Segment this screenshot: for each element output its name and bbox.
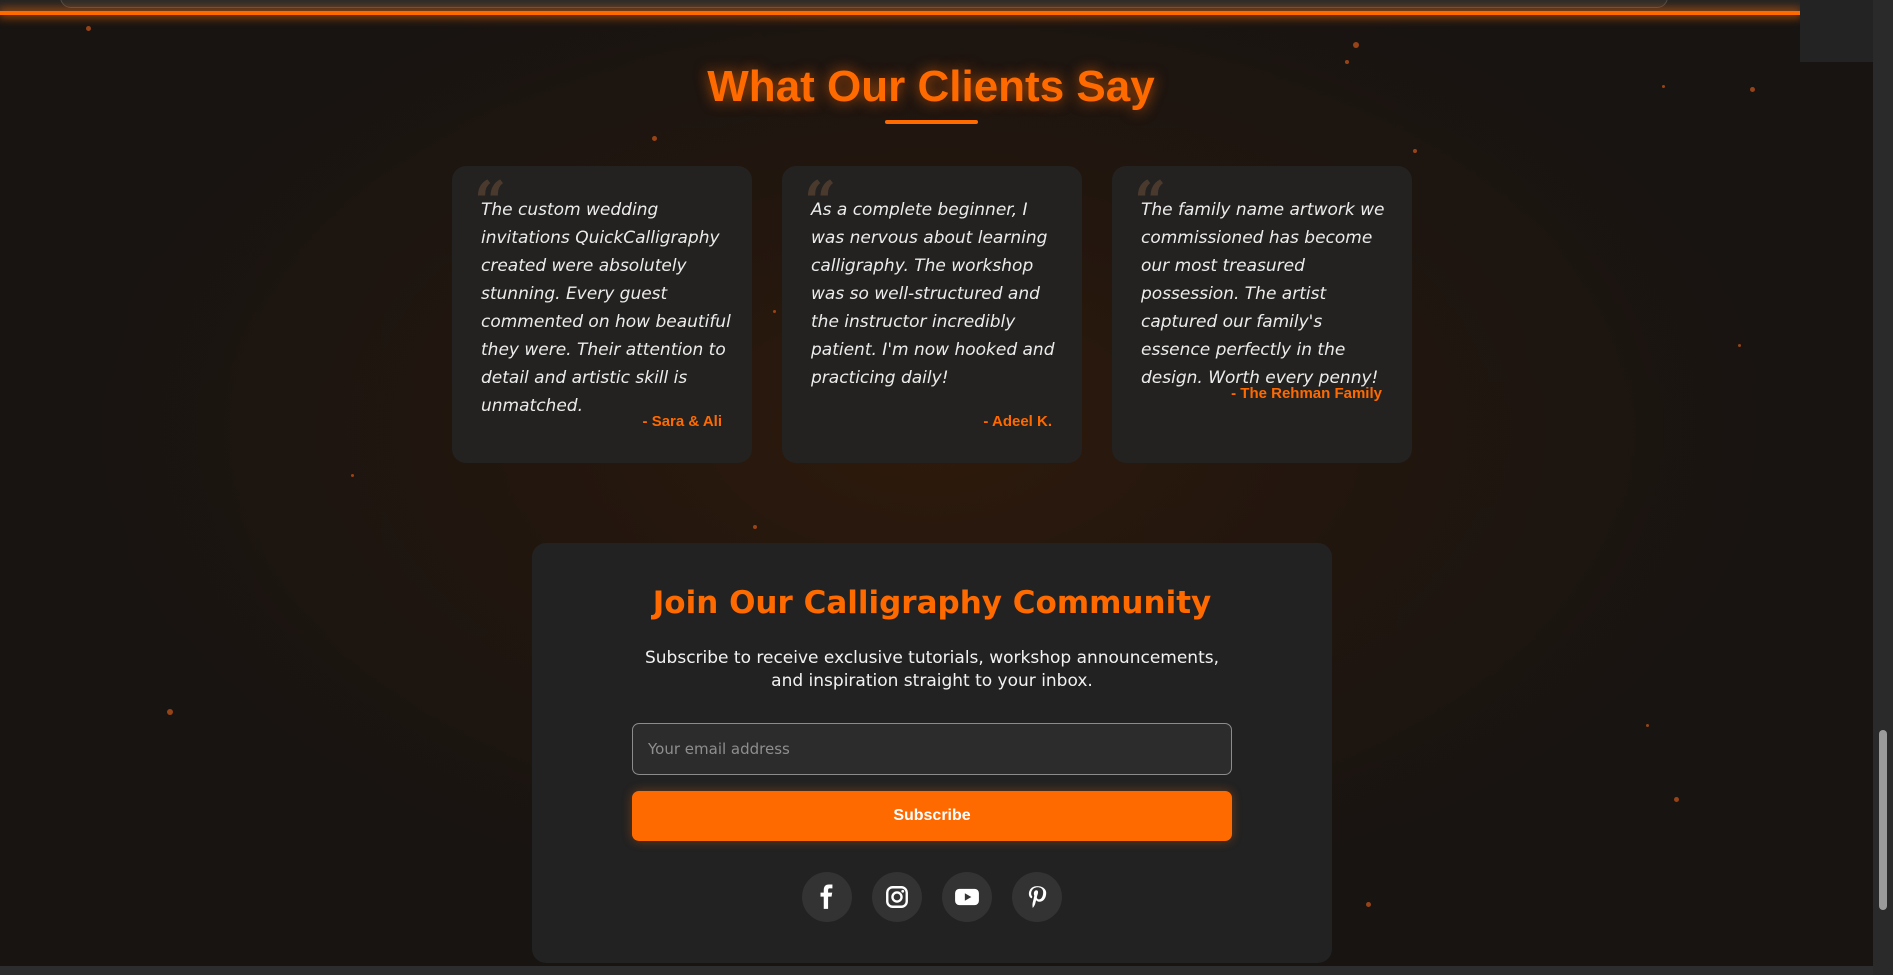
testimonial-quote: The family name artwork we commissioned …	[1141, 200, 1385, 388]
bottom-edge	[0, 966, 1873, 975]
testimonial-author: - The Rehman Family	[1231, 385, 1382, 402]
youtube-link[interactable]	[942, 872, 992, 922]
facebook-icon	[820, 884, 833, 909]
title-underline	[885, 120, 978, 124]
ember-dot	[351, 474, 354, 477]
instagram-icon	[886, 886, 908, 908]
pinterest-icon	[1028, 886, 1047, 908]
section-title: What Our Clients Say	[707, 62, 1155, 111]
ember-dot	[1413, 149, 1417, 153]
testimonial-card: “ As a complete beginner, I was nervous …	[782, 166, 1082, 463]
instagram-link[interactable]	[872, 872, 922, 922]
testimonial-quote: As a complete beginner, I was nervous ab…	[811, 200, 1055, 388]
newsletter-description: Subscribe to receive exclusive tutorials…	[644, 648, 1220, 691]
testimonial-author: - Adeel K.	[983, 413, 1052, 430]
ember-dot	[167, 709, 173, 715]
page-side-edge	[1800, 0, 1873, 62]
testimonial-card: “ The family name artwork we commissione…	[1112, 166, 1412, 463]
address-bar[interactable]	[60, 0, 1668, 8]
testimonial-quote: The custom wedding invitations QuickCall…	[481, 200, 731, 416]
pinterest-link[interactable]	[1012, 872, 1062, 922]
ember-dot	[86, 26, 91, 31]
ember-dot	[1674, 797, 1679, 802]
ember-dot	[1646, 724, 1649, 727]
ember-dot	[1353, 42, 1359, 48]
scrollbar-thumb[interactable]	[1879, 730, 1887, 910]
facebook-link[interactable]	[802, 872, 852, 922]
ember-dot	[753, 525, 757, 529]
ember-dot	[1738, 344, 1741, 347]
ember-dot	[773, 310, 776, 313]
testimonial-card: “ The custom wedding invitations QuickCa…	[452, 166, 752, 463]
newsletter-panel: Join Our Calligraphy Community Subscribe…	[532, 543, 1332, 963]
social-links	[802, 872, 1062, 922]
subscribe-button[interactable]: Subscribe	[632, 791, 1232, 841]
testimonial-author: - Sara & Ali	[642, 413, 722, 430]
header-glow-line	[0, 11, 1800, 15]
scrollbar[interactable]	[1873, 0, 1893, 975]
ember-dot	[1366, 902, 1371, 907]
email-input[interactable]	[632, 723, 1232, 775]
ember-dot	[652, 136, 657, 141]
youtube-icon	[955, 888, 979, 906]
newsletter-title: Join Our Calligraphy Community	[652, 585, 1212, 621]
